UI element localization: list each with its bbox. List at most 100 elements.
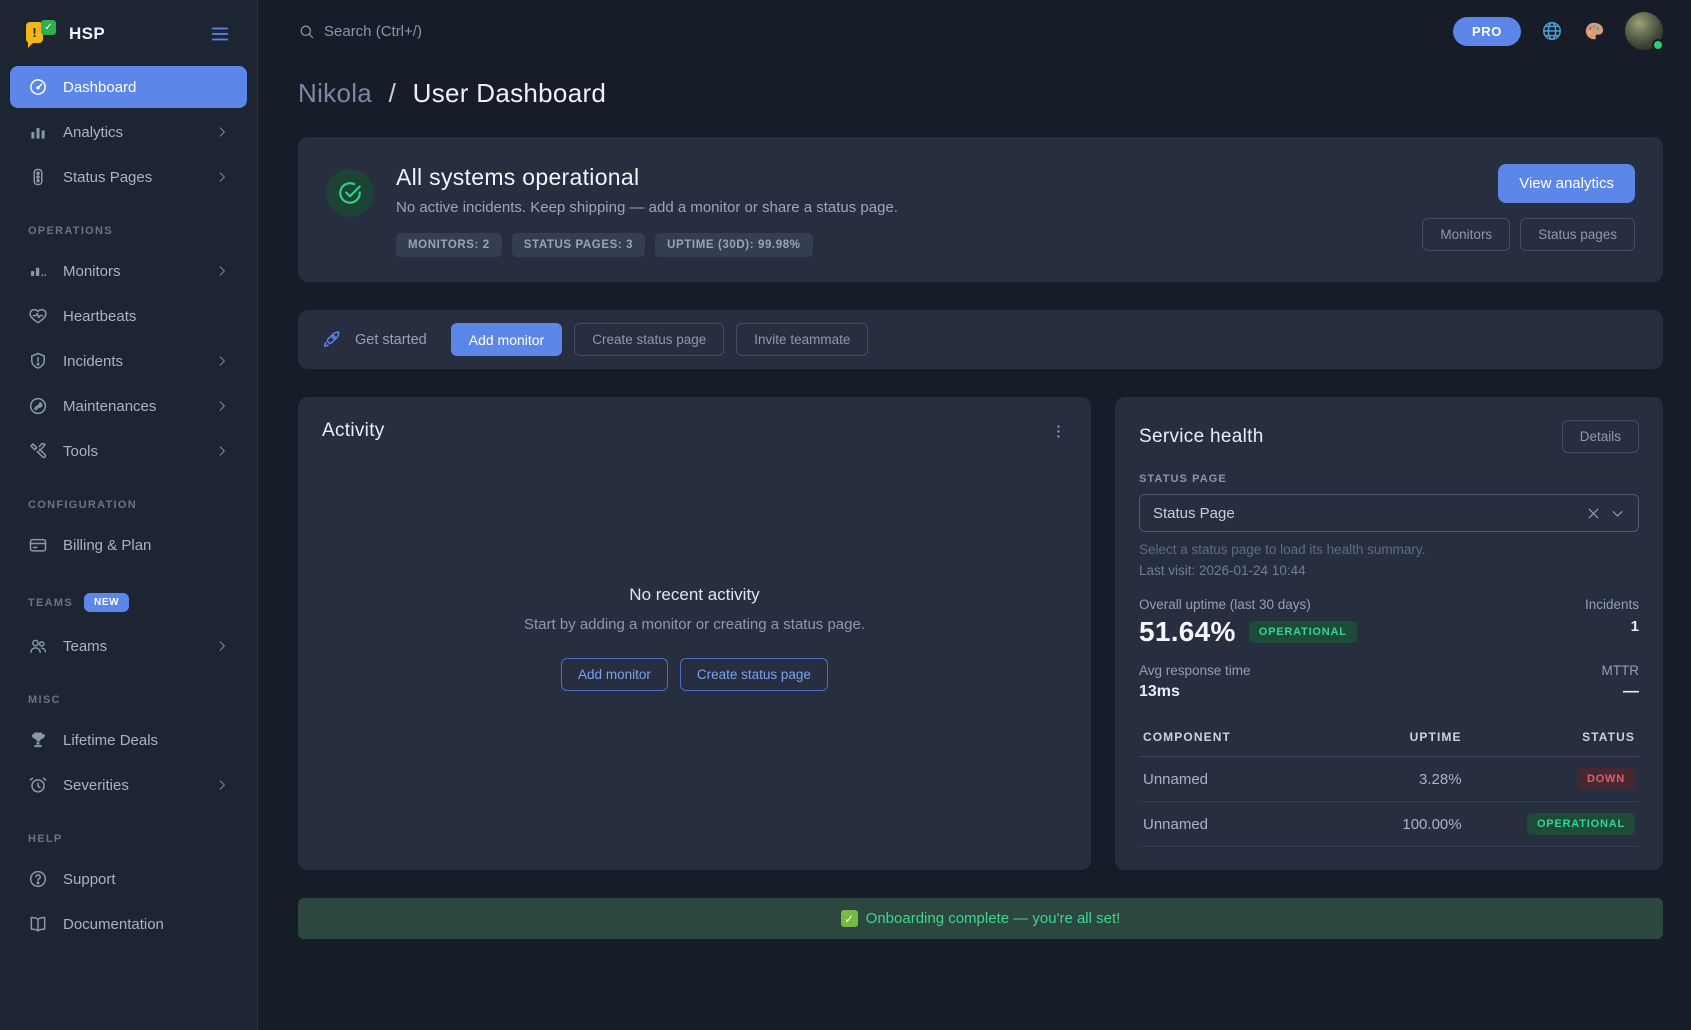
monitors-button[interactable]: Monitors: [1422, 218, 1510, 251]
sidebar-section-header: OPERATIONS: [10, 201, 247, 247]
add-monitor-button[interactable]: Add monitor: [451, 323, 562, 356]
sidebar-item-label: Incidents: [63, 353, 123, 370]
sidebar-item-monitors[interactable]: Monitors: [10, 250, 247, 292]
uptime-cell: 100.00%: [1332, 816, 1496, 833]
add-monitor-button[interactable]: Add monitor: [561, 658, 668, 691]
users-icon: [28, 636, 48, 656]
help-circle-icon: [28, 869, 48, 889]
empty-state-subtitle: Start by adding a monitor or creating a …: [524, 616, 865, 633]
search-input[interactable]: Search (Ctrl+/): [298, 23, 422, 40]
sidebar-item-documentation[interactable]: Documentation: [10, 903, 247, 945]
chevron-right-icon: [215, 264, 229, 278]
globe-icon[interactable]: [1541, 20, 1563, 42]
sidebar-header: ! ✓ HSP: [0, 20, 257, 63]
chevron-right-icon: [215, 399, 229, 413]
bar-chart-icon: [28, 122, 48, 142]
create-status-page-button[interactable]: Create status page: [680, 658, 828, 691]
sidebar-item-billing-plan[interactable]: Billing & Plan: [10, 524, 247, 566]
onboarding-banner-text: Onboarding complete — you're all set!: [866, 910, 1121, 927]
palette-icon[interactable]: [1583, 20, 1605, 42]
clear-icon[interactable]: [1586, 506, 1601, 521]
breadcrumb: Nikola / User Dashboard: [298, 78, 1663, 109]
onboarding-banner: ✓ Onboarding complete — you're all set!: [298, 898, 1663, 939]
activity-empty-state: No recent activity Start by adding a mon…: [322, 428, 1067, 847]
status-cell: OPERATIONAL: [1496, 813, 1635, 835]
incidents-label: Incidents: [1585, 597, 1639, 612]
hero-secondary-buttons: Monitors Status pages: [1422, 218, 1635, 251]
sidebar-item-incidents[interactable]: Incidents: [10, 340, 247, 382]
invite-teammate-button[interactable]: Invite teammate: [736, 323, 868, 356]
sidebar: ! ✓ HSP Dashboard Analytics Status Pages OP…: [0, 0, 258, 1030]
hamburger-menu-icon[interactable]: [209, 23, 231, 45]
sidebar-item-label: Status Pages: [63, 169, 152, 186]
chevron-right-icon: [215, 170, 229, 184]
empty-state-buttons: Add monitor Create status page: [561, 658, 828, 691]
sidebar-item-label: Heartbeats: [63, 308, 136, 325]
details-button[interactable]: Details: [1562, 420, 1639, 453]
hero-body: All systems operational No active incide…: [396, 164, 898, 257]
status-badge: DOWN: [1577, 768, 1635, 790]
get-started-buttons: Add monitor Create status page Invite team…: [451, 323, 869, 356]
book-icon: [28, 914, 48, 934]
app-root: ! ✓ HSP Dashboard Analytics Status Pages OP…: [0, 0, 1691, 1030]
sidebar-item-heartbeats[interactable]: Heartbeats: [10, 295, 247, 337]
sidebar-item-analytics[interactable]: Analytics: [10, 111, 247, 153]
status-page-label: STATUS PAGE: [1139, 473, 1639, 485]
chevron-down-icon[interactable]: [1610, 506, 1625, 521]
maintenance-icon: [28, 396, 48, 416]
sidebar-item-status-pages[interactable]: Status Pages: [10, 156, 247, 198]
response-stats-row: Avg response time 13ms MTTR —: [1139, 663, 1639, 701]
chevron-right-icon: [215, 639, 229, 653]
monitors-icon: [28, 261, 48, 281]
sidebar-item-dashboard[interactable]: Dashboard: [10, 66, 247, 108]
sidebar-item-maintenances[interactable]: Maintenances: [10, 385, 247, 427]
sidebar-item-support[interactable]: Support: [10, 858, 247, 900]
page-content: Nikola / User Dashboard All systems oper…: [258, 62, 1691, 1030]
sidebar-item-teams[interactable]: Teams: [10, 625, 247, 667]
check-emoji: ✓: [841, 910, 858, 927]
component-cell: Unnamed: [1143, 816, 1332, 833]
empty-state-title: No recent activity: [629, 585, 759, 605]
uptime-label: Overall uptime (last 30 days): [1139, 597, 1357, 612]
search-icon: [298, 23, 315, 40]
get-started-label: Get started: [355, 332, 427, 348]
topbar: Search (Ctrl+/) PRO: [258, 0, 1691, 62]
mttr-stat: MTTR —: [1602, 663, 1640, 701]
sidebar-item-label: Severities: [63, 777, 129, 794]
select-hint: Select a status page to load its health …: [1139, 542, 1639, 557]
hero-stat-badge: STATUS PAGES: 3: [512, 233, 645, 257]
logo-check-icon: ✓: [41, 20, 56, 35]
traffic-light-icon: [28, 167, 48, 187]
sidebar-item-label: Documentation: [63, 916, 164, 933]
sidebar-item-label: Analytics: [63, 124, 123, 141]
sidebar-item-severities[interactable]: Severities: [10, 764, 247, 806]
main-area: Search (Ctrl+/) PRO Nikola / User Dashbo…: [258, 0, 1691, 1030]
uptime-stat: Overall uptime (last 30 days) 51.64% OPE…: [1139, 597, 1357, 648]
status-badge: OPERATIONAL: [1527, 813, 1635, 835]
service-health-title: Service health: [1139, 426, 1264, 448]
hero-title: All systems operational: [396, 164, 898, 191]
dashboard-grid: Activity No recent activity Start by add…: [298, 397, 1663, 870]
view-analytics-button[interactable]: View analytics: [1498, 164, 1635, 203]
status-cell: DOWN: [1496, 768, 1635, 790]
mttr-label: MTTR: [1602, 663, 1640, 678]
uptime-value: 51.64%: [1139, 616, 1236, 648]
service-health-card: Service health Details STATUS PAGE Statu…: [1115, 397, 1663, 870]
sidebar-item-label: Support: [63, 871, 116, 888]
sidebar-section-header: HELP: [10, 809, 247, 855]
gauge-icon: [28, 77, 48, 97]
breadcrumb-parent[interactable]: Nikola: [298, 78, 372, 108]
sidebar-item-label: Lifetime Deals: [63, 732, 158, 749]
sidebar-item-label: Teams: [63, 638, 107, 655]
shield-alert-icon: [28, 351, 48, 371]
create-status-page-button[interactable]: Create status page: [574, 323, 724, 356]
avatar[interactable]: [1625, 12, 1663, 50]
select-value: Status Page: [1153, 505, 1235, 522]
status-pages-button[interactable]: Status pages: [1520, 218, 1635, 251]
hero-actions: View analytics Monitors Status pages: [1422, 164, 1635, 251]
check-circle-icon: [326, 169, 374, 217]
sidebar-item-lifetime-deals[interactable]: Lifetime Deals: [10, 719, 247, 761]
sidebar-item-tools[interactable]: Tools: [10, 430, 247, 472]
status-page-select[interactable]: Status Page: [1139, 494, 1639, 532]
sidebar-section-header: MISC: [10, 670, 247, 716]
